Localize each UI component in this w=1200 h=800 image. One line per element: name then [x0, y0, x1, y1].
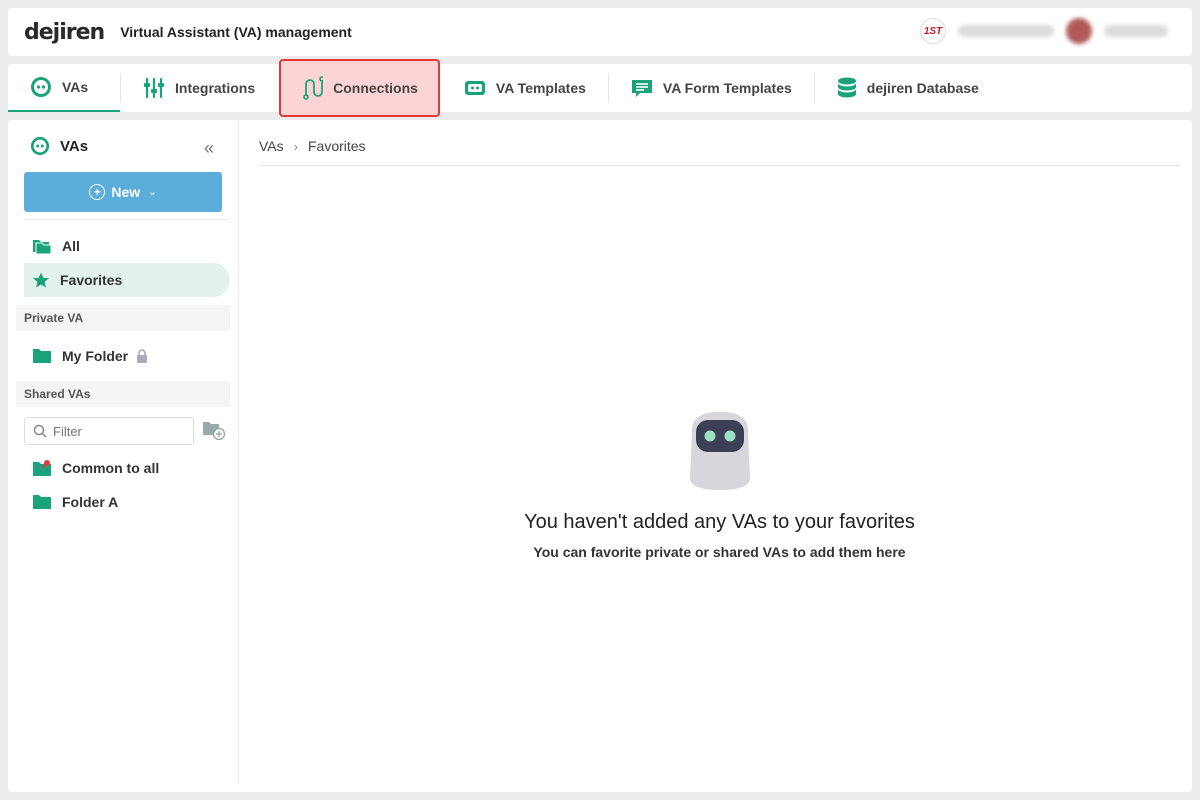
organization-name-redacted — [958, 25, 1054, 37]
tab-label: VA Templates — [495, 80, 586, 96]
empty-state-subtitle: You can favorite private or shared VAs t… — [533, 544, 906, 560]
filter-input[interactable] — [53, 423, 173, 439]
tab-connections[interactable]: Connections — [279, 59, 440, 117]
plus-circle-icon: + — [89, 184, 106, 200]
tab-label: dejiren Database — [866, 80, 979, 96]
sidebar-item-all[interactable]: All — [24, 229, 230, 263]
divider — [24, 219, 230, 220]
sidebar-title: VAs — [60, 137, 89, 155]
filter-input-wrapper — [24, 417, 194, 445]
robot-mascot-icon — [689, 412, 750, 490]
chevron-down-icon: ⌄ — [148, 186, 157, 198]
lock-icon — [137, 349, 148, 363]
organization-logo-icon[interactable]: 1ST — [920, 18, 946, 44]
new-button-label: New — [111, 184, 141, 200]
tab-label: Integrations — [175, 80, 256, 96]
sidebar-item-common-to-all[interactable]: Common to all — [24, 451, 230, 485]
folder-icon — [33, 495, 51, 509]
sidebar-item-label: Favorites — [60, 272, 123, 288]
new-button[interactable]: + New ⌄ — [24, 172, 222, 212]
empty-state: You haven't added any VAs to your favori… — [239, 410, 1200, 560]
robot-icon — [30, 136, 50, 156]
template-icon — [464, 81, 485, 95]
tab-va-templates[interactable]: VA Templates — [442, 64, 608, 112]
folders-icon — [33, 240, 52, 255]
sliders-icon — [144, 77, 164, 99]
tab-label: Connections — [333, 80, 418, 96]
sidebar-item-favorites[interactable]: Favorites — [24, 263, 230, 297]
search-icon — [33, 424, 47, 438]
folder-icon — [33, 349, 51, 363]
tab-vas[interactable]: VAs — [8, 64, 120, 112]
main-panel: VAs « + New ⌄ All Favorites Private VA M… — [8, 120, 1192, 792]
sidebar-item-label: Common to all — [62, 460, 160, 476]
main-tabs: VAs Integrations Connections VA Template… — [8, 59, 1192, 117]
divider — [259, 165, 1180, 166]
tab-label: VAs — [62, 79, 89, 95]
section-shared-vas: Shared VAs — [16, 381, 230, 407]
section-private-va: Private VA — [16, 305, 230, 331]
app-header: dejiren Virtual Assistant (VA) managemen… — [8, 8, 1192, 56]
user-name-redacted[interactable] — [1104, 25, 1168, 37]
form-template-icon — [631, 80, 652, 97]
dejiren-logo[interactable]: dejiren — [24, 20, 105, 45]
add-folder-icon[interactable] — [202, 420, 226, 445]
sidebar-header: VAs — [30, 136, 88, 156]
sidebar-item-my-folder[interactable]: My Folder — [24, 339, 230, 373]
breadcrumb: VAs › Favorites — [259, 138, 366, 154]
breadcrumb-current: Favorites — [307, 138, 366, 154]
tab-integrations[interactable]: Integrations — [121, 64, 277, 112]
star-icon — [33, 272, 49, 288]
connections-icon — [303, 76, 324, 100]
empty-state-title: You haven't added any VAs to your favori… — [524, 511, 915, 533]
sidebar-item-label: Folder A — [62, 494, 119, 510]
database-icon — [837, 77, 856, 98]
breadcrumb-root[interactable]: VAs — [259, 138, 284, 154]
collapse-sidebar-icon[interactable]: « — [204, 138, 214, 159]
tab-dejiren-database[interactable]: dejiren Database — [815, 64, 1001, 112]
user-area: 1ST — [920, 18, 1168, 44]
avatar[interactable] — [1066, 18, 1092, 44]
robot-icon — [31, 77, 51, 97]
chevron-right-icon: › — [293, 138, 298, 154]
page-title: Virtual Assistant (VA) management — [120, 24, 352, 40]
sidebar-item-folder-a[interactable]: Folder A — [24, 485, 230, 519]
tab-label: VA Form Templates — [662, 80, 792, 96]
tab-va-form-templates[interactable]: VA Form Templates — [609, 64, 814, 112]
sidebar: VAs « + New ⌄ All Favorites Private VA M… — [8, 120, 239, 784]
sidebar-item-label: All — [62, 238, 80, 254]
sidebar-item-label: My Folder — [62, 348, 129, 364]
pinned-folder-icon — [33, 460, 51, 476]
